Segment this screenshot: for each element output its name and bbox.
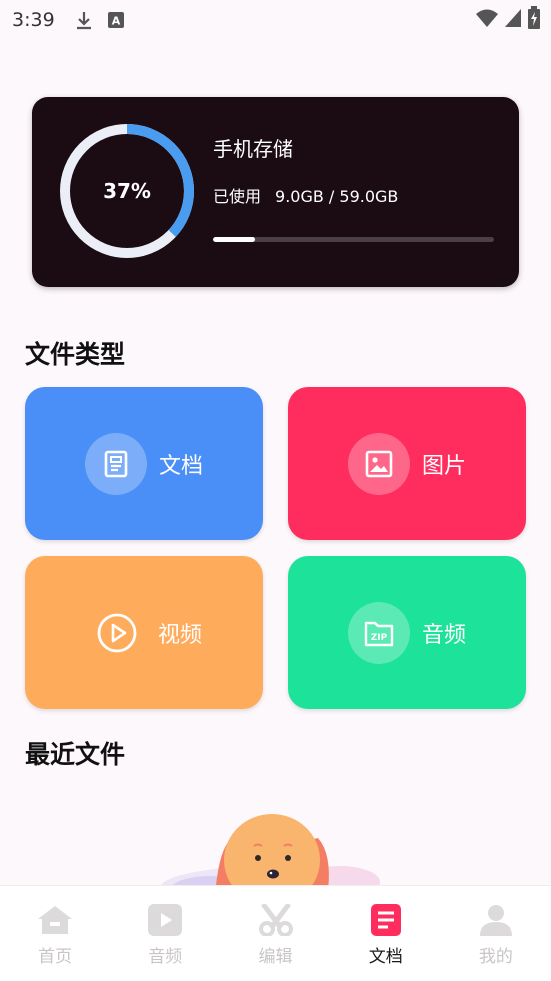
tile-audio-label: 音频 (421, 622, 466, 648)
nav-item-home[interactable]: 首页 (0, 886, 110, 981)
scissors-icon (257, 902, 295, 940)
file-types-title: 文件类型 (25, 340, 126, 369)
nav-item-documents[interactable]: 文档 (331, 886, 441, 981)
nav-label-home: 首页 (38, 947, 73, 967)
home-icon (36, 904, 74, 940)
svg-text:ZIP: ZIP (371, 633, 388, 643)
play-circle-icon (86, 602, 148, 664)
nav-label-documents: 文档 (368, 947, 403, 967)
bottom-nav: 首页 音频 编辑 文档 我的 (0, 885, 551, 981)
document-list-icon (367, 904, 405, 940)
storage-used-value: 9.0GB / 59.0GB (275, 187, 399, 206)
tile-documents-label: 文档 (158, 453, 203, 479)
storage-progress-bar (213, 237, 494, 242)
nav-item-profile[interactable]: 我的 (441, 886, 551, 981)
svg-text:A: A (111, 15, 120, 28)
tile-images-label: 图片 (421, 453, 466, 479)
battery-charging-icon (527, 6, 541, 34)
document-icon (84, 432, 147, 495)
tile-images[interactable]: 图片 (288, 387, 526, 540)
storage-percent: 37% (103, 179, 151, 203)
zip-icon: ZIP (347, 601, 410, 664)
storage-ring: 37% (56, 120, 198, 262)
image-icon (347, 432, 410, 495)
signal-icon (503, 7, 523, 33)
nav-label-profile: 我的 (478, 947, 513, 967)
status-bar: 3:39 A (0, 0, 551, 40)
tile-videos-label: 视频 (157, 622, 202, 648)
tile-documents[interactable]: 文档 (25, 387, 263, 540)
status-time: 3:39 (12, 9, 55, 31)
nav-item-audio[interactable]: 音频 (110, 886, 220, 981)
user-icon (477, 904, 515, 940)
recent-files-title: 最近文件 (25, 740, 126, 769)
nav-label-edit: 编辑 (258, 947, 293, 967)
tile-videos[interactable]: 视频 (25, 556, 263, 709)
storage-used: 已使用 9.0GB / 59.0GB (213, 183, 398, 207)
download-icon (73, 9, 95, 31)
nav-item-edit[interactable]: 编辑 (220, 886, 330, 981)
storage-used-label: 已使用 (213, 187, 262, 206)
storage-card[interactable]: 37% 手机存储 已使用 9.0GB / 59.0GB (32, 97, 519, 287)
storage-title: 手机存储 (213, 137, 293, 161)
text-a-icon: A (105, 9, 127, 31)
tile-audio[interactable]: ZIP 音频 (288, 556, 526, 709)
wifi-icon (475, 7, 499, 33)
play-icon (146, 904, 184, 940)
nav-label-audio: 音频 (148, 947, 183, 967)
storage-progress-fill (213, 237, 256, 242)
dog-illustration (150, 810, 390, 890)
